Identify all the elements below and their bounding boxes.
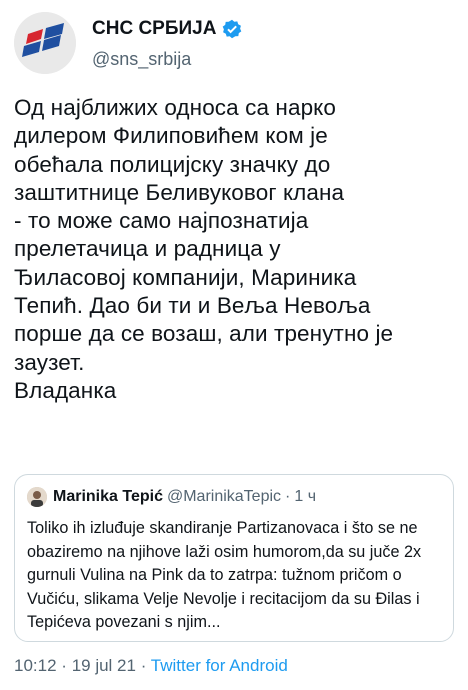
quoted-tweet-body: Toliko ih izluđuje skandiranje Partizano… <box>27 519 422 631</box>
quoted-handle[interactable]: @MarinikaTepic <box>167 488 281 505</box>
quoted-timestamp[interactable]: 1 ч <box>294 488 316 505</box>
account-handle[interactable]: @sns_srbija <box>92 48 242 70</box>
meta-separator: · <box>61 656 67 675</box>
account-display-name[interactable]: СНС СРБИЈА <box>92 18 216 40</box>
account-avatar[interactable] <box>14 12 76 74</box>
tweet-time[interactable]: 10:12 <box>14 656 57 675</box>
tweet-date[interactable]: 19 jul 21 <box>72 656 136 675</box>
tweet-source-link[interactable]: Twitter for Android <box>151 656 288 675</box>
quoted-tweet-header: Marinika Tepić @MarinikaTepic · 1 ч <box>27 487 316 509</box>
quoted-avatar[interactable] <box>27 487 47 507</box>
quoted-display-name[interactable]: Marinika Tepić <box>53 488 163 505</box>
tweet-body: Од најближих односа са нарко дилером Фил… <box>14 95 394 403</box>
tweet-header: СНС СРБИЈА @sns_srbija <box>14 10 454 74</box>
quoted-avatar-photo-icon <box>27 487 47 507</box>
meta-separator: · <box>140 656 147 675</box>
quoted-separator: · <box>285 488 291 505</box>
quoted-tweet-card[interactable]: Marinika Tepić @MarinikaTepic · 1 ч Toliko … <box>14 474 454 642</box>
tweet-meta: 10:12 · 19 jul 21 · Twitter for Android <box>14 656 288 676</box>
verified-badge-icon <box>222 19 242 39</box>
sns-logo-icon <box>14 12 76 74</box>
